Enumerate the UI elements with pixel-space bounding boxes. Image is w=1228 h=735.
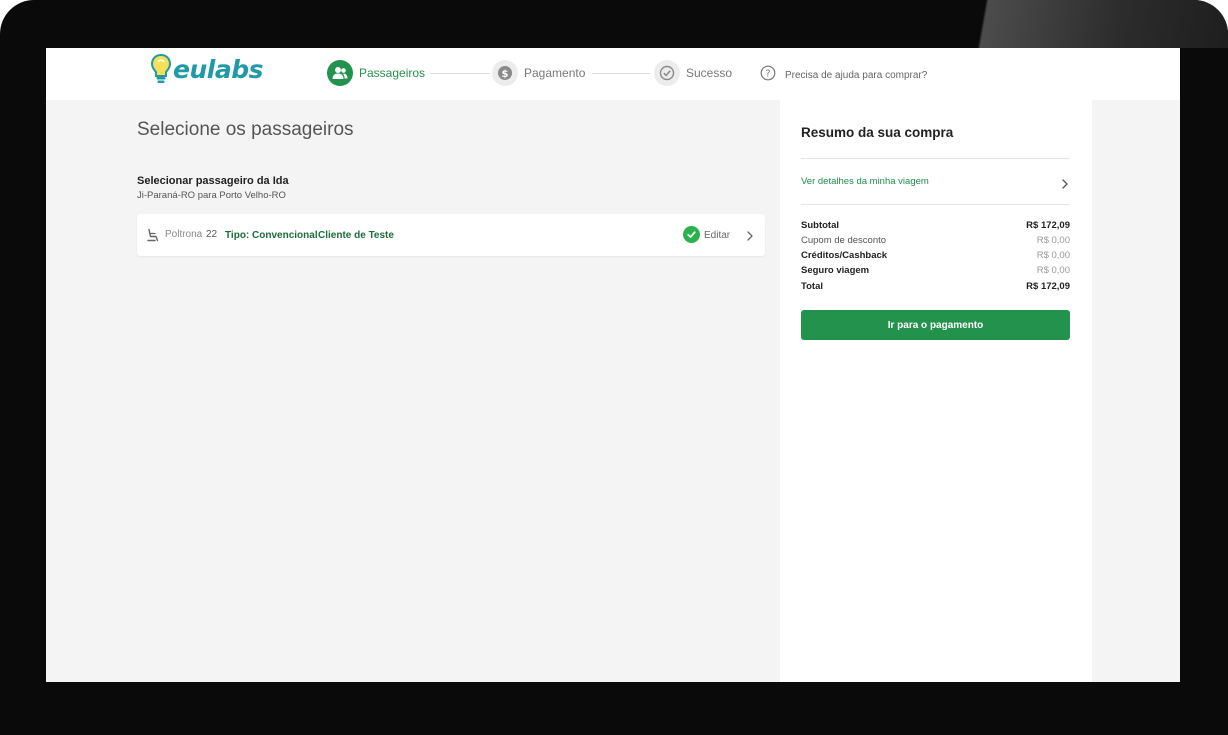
ticket-type: Tipo: Convencional (225, 230, 318, 241)
summary-value: R$ 0,00 (1036, 235, 1070, 246)
dollar-icon: $ (492, 60, 518, 86)
check-circle-icon (654, 60, 680, 86)
summary-title: Resumo da sua compra (801, 125, 954, 140)
seat-label: Poltrona (165, 229, 203, 240)
step-sucesso[interactable]: Sucesso (654, 60, 732, 86)
summary-value: R$ 0,00 (1036, 250, 1070, 261)
summary-label: Total (801, 281, 823, 292)
summary-row-total: Total R$ 172,09 (801, 281, 1070, 292)
step-connector (430, 73, 490, 74)
summary-label: Créditos/Cashback (801, 250, 888, 261)
help-label: Precisa de ajuda para comprar? (785, 70, 928, 81)
summary-value: R$ 172,09 (1026, 220, 1070, 231)
svg-text:?: ? (765, 69, 770, 80)
brand-name: eulabs (173, 54, 263, 84)
help-link[interactable]: ? Precisa de ajuda para comprar? (760, 65, 927, 86)
summary-label: Subtotal (801, 220, 839, 231)
divider (801, 204, 1070, 205)
summary-value: R$ 172,09 (1026, 281, 1070, 292)
chevron-right-icon[interactable] (1061, 177, 1069, 195)
page-title: Selecione os passageiros (137, 119, 354, 140)
go-to-payment-button[interactable]: Ir para o pagamento (801, 310, 1070, 340)
step-label: Sucesso (686, 66, 733, 80)
divider (801, 158, 1070, 159)
route-text: Ji-Paraná-RO para Porto Velho-RO (137, 190, 286, 201)
summary-row-coupon: Cupom de desconto R$ 0,00 (801, 235, 1070, 246)
check-icon (683, 226, 700, 243)
summary-label: Seguro viagem (801, 265, 870, 276)
right-gutter (1092, 100, 1180, 682)
device-frame: eulabs Passageiros $ Pagamento Sucesso ?… (0, 0, 1228, 735)
step-label: Passageiros (359, 66, 426, 80)
step-connector (592, 73, 650, 74)
app-screen: eulabs Passageiros $ Pagamento Sucesso ?… (46, 48, 1180, 682)
step-passageiros[interactable]: Passageiros (327, 60, 425, 86)
summary-row-insurance: Seguro viagem R$ 0,00 (801, 265, 1070, 276)
summary-label: Cupom de desconto (801, 235, 887, 246)
purchase-summary: Resumo da sua compra Ver detalhes da min… (780, 100, 1092, 682)
passenger-name: Cliente de Teste (318, 230, 394, 241)
seat-number: 22 (206, 229, 218, 240)
chevron-right-icon[interactable] (746, 229, 754, 247)
section-title: Selecionar passageiro da Ida (137, 175, 289, 187)
passenger-card[interactable]: Poltrona 22 Tipo: Convencional Cliente d… (137, 214, 765, 256)
users-icon (327, 60, 353, 86)
step-pagamento[interactable]: $ Pagamento (492, 60, 585, 86)
svg-text:$: $ (502, 69, 509, 80)
summary-row-subtotal: Subtotal R$ 172,09 (801, 220, 1070, 231)
summary-row-credits: Créditos/Cashback R$ 0,00 (801, 250, 1070, 261)
seat-icon (146, 228, 160, 247)
summary-value: R$ 0,00 (1036, 265, 1070, 276)
brand-logo[interactable]: eulabs (150, 53, 263, 85)
bezel-glare (958, 0, 1228, 48)
edit-button[interactable]: Editar (704, 230, 730, 241)
header: eulabs Passageiros $ Pagamento Sucesso ?… (46, 48, 1180, 100)
step-label: Pagamento (524, 66, 586, 80)
lightbulb-icon (150, 53, 172, 85)
trip-details-link[interactable]: Ver detalhes da minha viagem (801, 176, 929, 187)
question-icon: ? (760, 65, 776, 86)
